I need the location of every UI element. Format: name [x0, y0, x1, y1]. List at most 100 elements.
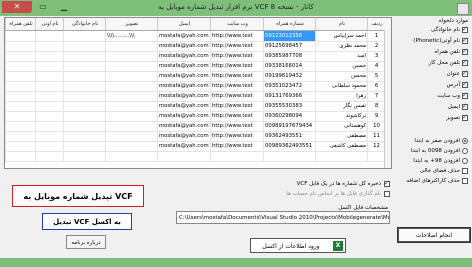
- table-cell[interactable]: [63, 31, 105, 41]
- table-cell[interactable]: [35, 31, 63, 41]
- table-cell[interactable]: [35, 81, 63, 91]
- column-header[interactable]: تلفن همراه: [5, 18, 36, 30]
- column-header[interactable]: ایمیل: [157, 18, 211, 30]
- table-cell[interactable]: 7: [367, 91, 385, 101]
- field-checkbox[interactable]: [462, 102, 468, 110]
- convert-vcf-to-excel-button[interactable]: تبدیل VCF به اکسل: [42, 213, 132, 230]
- table-cell[interactable]: [63, 91, 105, 101]
- table-cell[interactable]: 11: [367, 131, 385, 141]
- table-cell[interactable]: [105, 71, 157, 81]
- table-cell[interactable]: mostafa@yah.com: [157, 71, 210, 81]
- table-cell[interactable]: ترکاشوند: [315, 111, 367, 121]
- field-option[interactable]: تلفن محل کار: [429, 58, 468, 66]
- prefix-option[interactable]: افزودن 98+ به ابتدا: [413, 158, 468, 164]
- prefix-radio[interactable]: [462, 148, 468, 154]
- apply-corrections-button[interactable]: انجام اصلاحات: [397, 227, 471, 243]
- table-cell[interactable]: کوهستانی: [315, 121, 367, 131]
- table-cell[interactable]: 09125698457: [263, 41, 315, 51]
- table-cell[interactable]: 3: [367, 51, 385, 61]
- table-cell[interactable]: [35, 131, 63, 141]
- prefix-radio[interactable]: [462, 158, 468, 164]
- table-cell[interactable]: http://www.test: [210, 131, 263, 141]
- field-option[interactable]: تلفن همراه: [434, 47, 468, 55]
- import-from-excel-button[interactable]: ورود اطلاعات از اکسل X: [250, 238, 346, 253]
- table-cell[interactable]: mostafa@yah.com: [157, 81, 210, 91]
- about-button[interactable]: درباره برنامه: [66, 235, 106, 249]
- table-cell[interactable]: محمد نظری: [315, 41, 367, 51]
- table-cell[interactable]: [105, 101, 157, 111]
- table-cell[interactable]: زهرا: [315, 91, 367, 101]
- table-cell[interactable]: http://www.test: [210, 51, 263, 61]
- field-checkbox[interactable]: [462, 25, 468, 33]
- table-cell[interactable]: [105, 81, 157, 91]
- table-cell[interactable]: mostafa@yah.com: [157, 61, 210, 71]
- column-header[interactable]: شماره همراه: [263, 18, 316, 30]
- field-option[interactable]: تصویر: [446, 113, 468, 121]
- table-cell[interactable]: 09338166014: [263, 61, 315, 71]
- table-cell[interactable]: [35, 121, 63, 131]
- table-cell[interactable]: [5, 141, 35, 151]
- field-checkbox[interactable]: [462, 36, 468, 44]
- table-cell[interactable]: [35, 141, 63, 151]
- table-cell[interactable]: \\\\.........\\\: [105, 31, 157, 41]
- cleanup-checkbox[interactable]: [462, 178, 468, 184]
- table-cell[interactable]: [63, 51, 105, 61]
- table-cell[interactable]: [35, 61, 63, 71]
- table-cell[interactable]: [35, 101, 63, 111]
- table-cell[interactable]: [63, 71, 105, 81]
- table-cell[interactable]: 09355530383: [263, 101, 315, 111]
- single-vcf-option[interactable]: ذخیره کل شماره ها در یک فایل VCF: [297, 179, 390, 187]
- table-cell[interactable]: [5, 71, 35, 81]
- named-files-checkbox[interactable]: [384, 191, 390, 197]
- table-cell[interactable]: mostafa@yah.com: [157, 111, 210, 121]
- table-cell[interactable]: [210, 151, 263, 161]
- table-cell[interactable]: [5, 101, 35, 111]
- table-cell[interactable]: http://www.test: [210, 41, 263, 51]
- table-cell[interactable]: [105, 61, 157, 71]
- field-option[interactable]: ایمیل: [448, 102, 468, 110]
- cleanup-option[interactable]: حذف فضای خالی: [420, 168, 468, 174]
- table-cell[interactable]: http://www.test: [210, 121, 263, 131]
- table-cell[interactable]: 12: [367, 141, 385, 151]
- cleanup-checkbox[interactable]: [462, 168, 468, 174]
- table-cell[interactable]: [263, 151, 315, 161]
- field-checkbox[interactable]: [462, 69, 468, 77]
- table-cell[interactable]: 09131769366: [263, 91, 315, 101]
- table-cell[interactable]: http://www.test: [210, 111, 263, 121]
- field-option[interactable]: وب سایت: [437, 91, 468, 99]
- table-cell[interactable]: [5, 51, 35, 61]
- table-cell[interactable]: http://www.test: [210, 81, 263, 91]
- prefix-option[interactable]: افزودن صفر به ابتدا: [414, 138, 468, 144]
- table-cell[interactable]: محمود سلطانی: [315, 81, 367, 91]
- column-header[interactable]: ردیف: [367, 18, 386, 30]
- table-cell[interactable]: 6: [367, 81, 385, 91]
- contacts-grid[interactable]: ردیف نام شماره همراه وب سایت ایمیل تصویر نام خ…: [4, 17, 392, 169]
- table-cell[interactable]: [63, 101, 105, 111]
- table-cell[interactable]: 00989197679434: [263, 121, 315, 131]
- table-cell[interactable]: http://www.test: [210, 31, 263, 41]
- table-cell[interactable]: mostafa@yah.com: [157, 41, 210, 51]
- table-cell[interactable]: [5, 151, 35, 161]
- table-cell[interactable]: مصطفی کاشفی: [315, 141, 367, 151]
- table-cell[interactable]: 09360298094: [263, 111, 315, 121]
- field-checkbox[interactable]: [462, 80, 468, 88]
- table-cell[interactable]: نفیس نگار: [315, 101, 367, 111]
- table-cell[interactable]: 10: [367, 121, 385, 131]
- table-cell[interactable]: mostafa@yah.com: [157, 121, 210, 131]
- table-cell[interactable]: [5, 121, 35, 131]
- table-cell[interactable]: مصطفی: [315, 131, 367, 141]
- column-header[interactable]: نام: [315, 18, 368, 30]
- table-cell[interactable]: mostafa@yah.com: [157, 31, 210, 41]
- table-cell[interactable]: [105, 131, 157, 141]
- table-cell[interactable]: mostafa@yah.com: [157, 141, 210, 151]
- table-cell[interactable]: [35, 51, 63, 61]
- table-cell[interactable]: [35, 71, 63, 81]
- table-cell[interactable]: 09362493551: [263, 131, 315, 141]
- table-cell[interactable]: [63, 131, 105, 141]
- field-checkbox[interactable]: [462, 91, 468, 99]
- table-cell[interactable]: [5, 131, 35, 141]
- table-cell[interactable]: [63, 111, 105, 121]
- table-cell[interactable]: [315, 151, 367, 161]
- field-option[interactable]: نام آوتی(Phonetic): [413, 36, 468, 44]
- table-cell[interactable]: [157, 151, 210, 161]
